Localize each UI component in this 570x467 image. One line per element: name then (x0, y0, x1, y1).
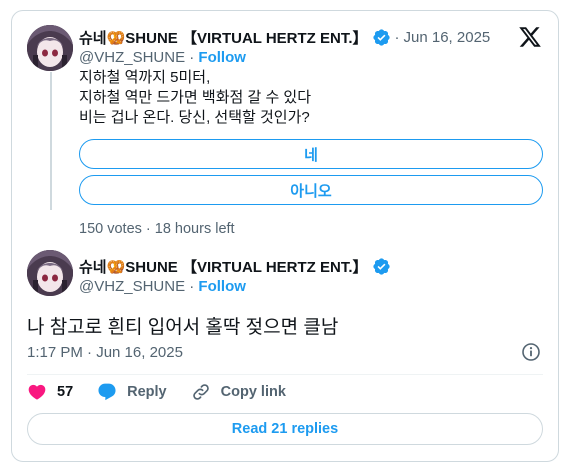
handle[interactable]: @VHZ_SHUNE (79, 278, 185, 295)
handle-row: @VHZ_SHUNE · Follow (79, 278, 246, 295)
post-text: 나 참고로 흰티 입어서 홀딱 젖으면 클남 (27, 317, 339, 338)
copy-link-button[interactable]: Copy link (191, 382, 286, 402)
verified-badge-icon (372, 257, 391, 276)
avatar[interactable] (27, 25, 73, 71)
avatar[interactable] (27, 250, 73, 296)
link-icon (192, 384, 209, 400)
author-row: 슈네🥨SHUNE 【VIRTUAL HERTZ ENT.】 (79, 256, 391, 277)
thread-line (50, 72, 52, 210)
post-text: 지하철 역까지 5미터, 지하철 역만 드가면 백화점 갈 수 있다 비는 겁나… (79, 69, 312, 126)
handle-separator: · (189, 49, 195, 66)
handle[interactable]: @VHZ_SHUNE (79, 49, 185, 66)
info-icon[interactable] (521, 342, 541, 362)
verified-badge-icon (372, 28, 391, 47)
date-separator: · (394, 29, 400, 46)
like-button[interactable]: 57 (27, 382, 73, 402)
display-name[interactable]: 슈네🥨SHUNE 【VIRTUAL HERTZ ENT.】 (79, 27, 368, 48)
follow-button[interactable]: Follow (198, 278, 246, 295)
poll-meta: 150 votes · 18 hours left (79, 221, 235, 237)
poll-option-yes[interactable]: 네 (79, 139, 543, 169)
reply-button[interactable]: Reply (97, 382, 167, 402)
handle-separator: · (189, 278, 195, 295)
action-bar: 57 Reply Copy link (27, 382, 310, 402)
post-timestamp[interactable]: 1:17 PM · Jun 16, 2025 (27, 344, 183, 361)
heart-icon (28, 384, 46, 400)
divider (27, 374, 543, 375)
reply-label: Reply (127, 384, 167, 400)
display-name[interactable]: 슈네🥨SHUNE 【VIRTUAL HERTZ ENT.】 (79, 256, 368, 277)
x-logo-icon[interactable] (518, 25, 542, 49)
handle-row: @VHZ_SHUNE · Follow (79, 49, 246, 66)
follow-button[interactable]: Follow (198, 49, 246, 66)
poll-option-no[interactable]: 아니오 (79, 175, 543, 205)
reply-bubble-icon (98, 383, 116, 401)
copy-link-label: Copy link (220, 384, 286, 400)
post-date[interactable]: Jun 16, 2025 (404, 29, 491, 46)
read-replies-button[interactable]: Read 21 replies (27, 413, 543, 445)
author-row: 슈네🥨SHUNE 【VIRTUAL HERTZ ENT.】 · Jun 16, … (79, 27, 490, 48)
like-count: 57 (57, 384, 74, 400)
